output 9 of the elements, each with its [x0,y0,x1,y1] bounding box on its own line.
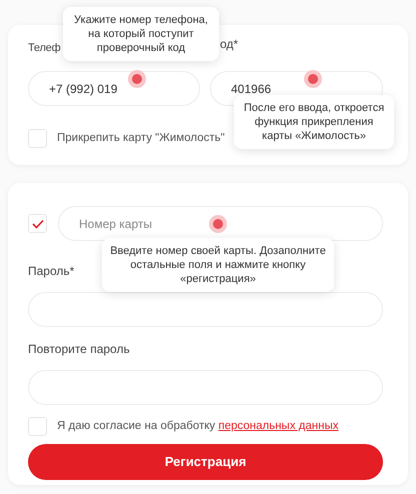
field-label: Пароль* [28,264,74,278]
tooltip: После его ввода, откроется функция прикрепления карты «Жимолость» [234,95,394,149]
tooltip: Введите номер своей карты. Дозаполните остальные поля и нажмите кнопку «регистрация» [102,238,334,292]
field-label: од* [220,36,238,53]
field-label: Телеф [28,42,60,54]
field-label: Повторите пароль [28,342,130,356]
checkbox-label: Прикрепить карту "Жимолость" [57,130,225,146]
tooltip: Укажите номер телефона, на который поступит проверочный код [63,7,219,61]
consent-text: Я даю согласие на обработку персональных данных [57,418,338,434]
